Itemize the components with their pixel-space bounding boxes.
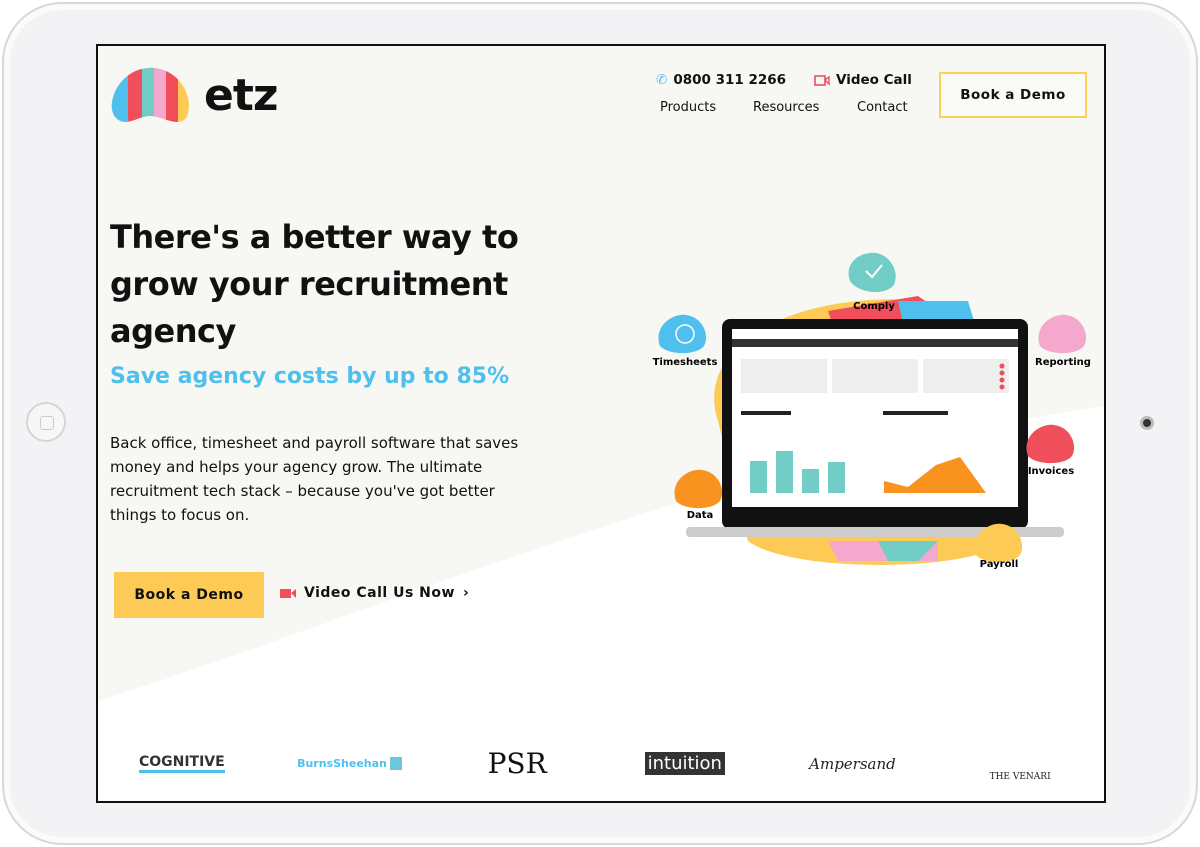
hero-subtitle: Save agency costs by up to 85% xyxy=(110,364,510,389)
nav-products[interactable]: Products xyxy=(660,100,716,115)
video-camera-icon xyxy=(814,74,830,86)
logo-text: etz xyxy=(204,69,278,121)
svg-text:Invoices: Invoices xyxy=(1028,466,1074,477)
client-logo-psr: PSR xyxy=(487,747,547,780)
client-logo-cognitive: COGNITIVE xyxy=(127,734,237,794)
camera xyxy=(1140,416,1154,430)
svg-text:Data: Data xyxy=(687,510,714,521)
video-call-us-link[interactable]: Video Call Us Now › xyxy=(280,585,469,601)
svg-text:Payroll: Payroll xyxy=(980,559,1019,570)
phone-link[interactable]: ✆ 0800 311 2266 xyxy=(656,72,786,88)
feature-reporting: Reporting xyxy=(1035,314,1091,368)
logo-mark-icon xyxy=(111,67,189,122)
feature-invoices: Invoices xyxy=(1026,424,1074,477)
svg-text:Comply: Comply xyxy=(853,301,895,312)
book-demo-button[interactable]: Book a Demo xyxy=(114,572,264,618)
book-demo-header-button[interactable]: Book a Demo xyxy=(939,72,1087,118)
hero-body: Back office, timesheet and payroll softw… xyxy=(110,434,519,524)
feature-timesheets: Timesheets xyxy=(653,314,718,368)
logo[interactable]: etz xyxy=(110,66,278,124)
screen: etz ✆ 0800 311 2266 Video Call Products R… xyxy=(96,44,1106,803)
chevron-right-icon: › xyxy=(462,585,470,601)
product-illustration: Comply Timesheets Reporting Invoices Dat… xyxy=(653,252,1091,570)
feature-data: Data xyxy=(674,469,723,521)
client-logos: COGNITIVE BurnsSheehan PSR intuition Amp… xyxy=(98,726,1104,801)
hero-title: There's a better way to grow your recrui… xyxy=(110,218,519,350)
feature-comply: Comply xyxy=(848,252,896,312)
phone-icon: ✆ xyxy=(656,72,668,88)
svg-text:Timesheets: Timesheets xyxy=(653,357,718,368)
client-logo-intuition: intuition xyxy=(630,734,740,794)
video-call-link[interactable]: Video Call xyxy=(814,72,912,88)
svg-text:Reporting: Reporting xyxy=(1035,357,1091,368)
nav-contact[interactable]: Contact xyxy=(857,100,908,115)
client-logo-ampersand: Ampersand xyxy=(809,754,896,773)
nav-resources[interactable]: Resources xyxy=(753,100,819,115)
client-logo-burns-sheehan: BurnsSheehan xyxy=(294,734,404,794)
video-camera-icon xyxy=(280,588,296,598)
client-logo-the-venari: THE VENARI xyxy=(989,771,1051,782)
home-button[interactable] xyxy=(26,402,66,442)
